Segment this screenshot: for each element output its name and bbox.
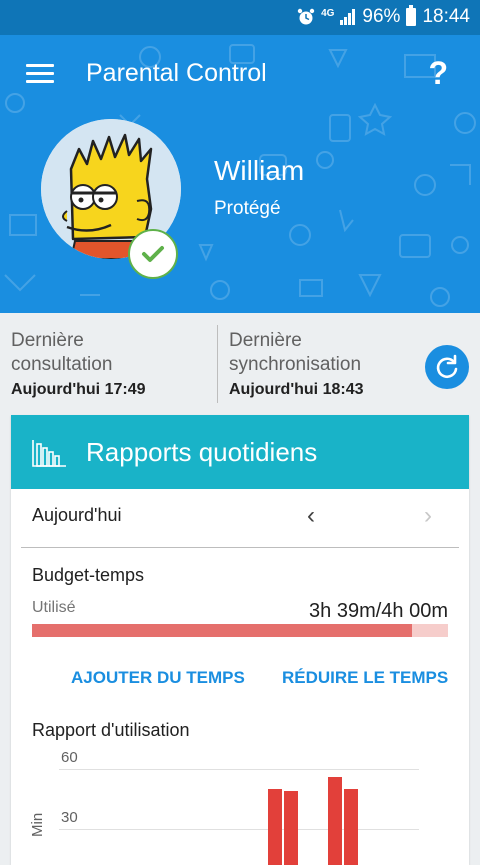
child-name: William xyxy=(214,155,305,186)
last-consultation-value: Aujourd'hui 17:49 xyxy=(11,381,146,398)
budget-title: Budget-temps xyxy=(32,565,145,585)
battery-percent: 96% xyxy=(362,6,401,27)
last-sync: Dernière synchronisation Aujourd'hui 18:… xyxy=(229,329,363,399)
time-budget-progress-fill xyxy=(32,624,412,637)
used-label: Utilisé xyxy=(32,599,76,616)
y-axis-label: Min xyxy=(29,812,46,837)
last-consultation-label-1: Dernière xyxy=(11,330,84,351)
last-sync-value: Aujourd'hui 18:43 xyxy=(229,381,364,398)
card-title: Rapports quotidiens xyxy=(86,437,318,467)
usage-chart: 60 30 Min xyxy=(11,745,469,865)
y-tick-label: 60 xyxy=(61,749,78,766)
usage-bar[interactable] xyxy=(284,791,298,865)
y-tick-label: 30 xyxy=(61,809,78,826)
gridline xyxy=(59,769,419,770)
network-type: 4G xyxy=(321,8,335,19)
sync-info: Dernière consultation Aujourd'hui 17:49 … xyxy=(0,313,480,411)
card-header: Rapports quotidiens xyxy=(11,415,469,489)
selected-day: Aujourd'hui xyxy=(32,505,122,525)
info-divider xyxy=(217,325,218,403)
protected-check-icon xyxy=(128,229,178,279)
protection-status: Protégé xyxy=(214,198,281,219)
hamburger-menu-icon[interactable] xyxy=(26,64,54,86)
used-value: 3h 39m/4h 00m xyxy=(309,600,448,622)
bar-chart-icon xyxy=(32,440,66,467)
last-consultation: Dernière consultation Aujourd'hui 17:49 xyxy=(11,329,145,399)
chevron-right-icon[interactable]: › xyxy=(424,502,432,530)
usage-report-title: Rapport d'utilisation xyxy=(32,720,190,740)
profile-header: Parental Control ? William Protégé xyxy=(0,35,480,313)
chevron-left-icon[interactable]: ‹ xyxy=(307,502,315,530)
alarm-icon xyxy=(297,8,315,25)
battery-icon xyxy=(406,5,417,26)
clock: 18:44 xyxy=(422,6,470,27)
divider xyxy=(21,547,459,548)
daily-report-card: Rapports quotidiens Aujourd'hui ‹ › Budg… xyxy=(11,415,469,865)
gridline xyxy=(59,829,419,830)
usage-bar[interactable] xyxy=(328,777,342,865)
usage-bar[interactable] xyxy=(268,789,282,865)
refresh-button[interactable] xyxy=(425,345,469,389)
refresh-icon xyxy=(436,354,458,379)
time-budget-progress xyxy=(32,624,448,637)
status-bar: 4G 96% 18:44 xyxy=(0,0,480,35)
help-icon[interactable]: ? xyxy=(428,55,448,92)
add-time-button[interactable]: AJOUTER DU TEMPS xyxy=(71,668,245,688)
usage-bar[interactable] xyxy=(344,789,358,865)
last-sync-label-1: Dernière xyxy=(229,330,302,351)
reduce-time-button[interactable]: RÉDUIRE LE TEMPS xyxy=(282,668,448,688)
last-sync-label-2: synchronisation xyxy=(229,354,362,375)
app-title: Parental Control xyxy=(86,59,267,87)
last-consultation-label-2: consultation xyxy=(11,354,113,375)
signal-icon xyxy=(340,9,356,25)
